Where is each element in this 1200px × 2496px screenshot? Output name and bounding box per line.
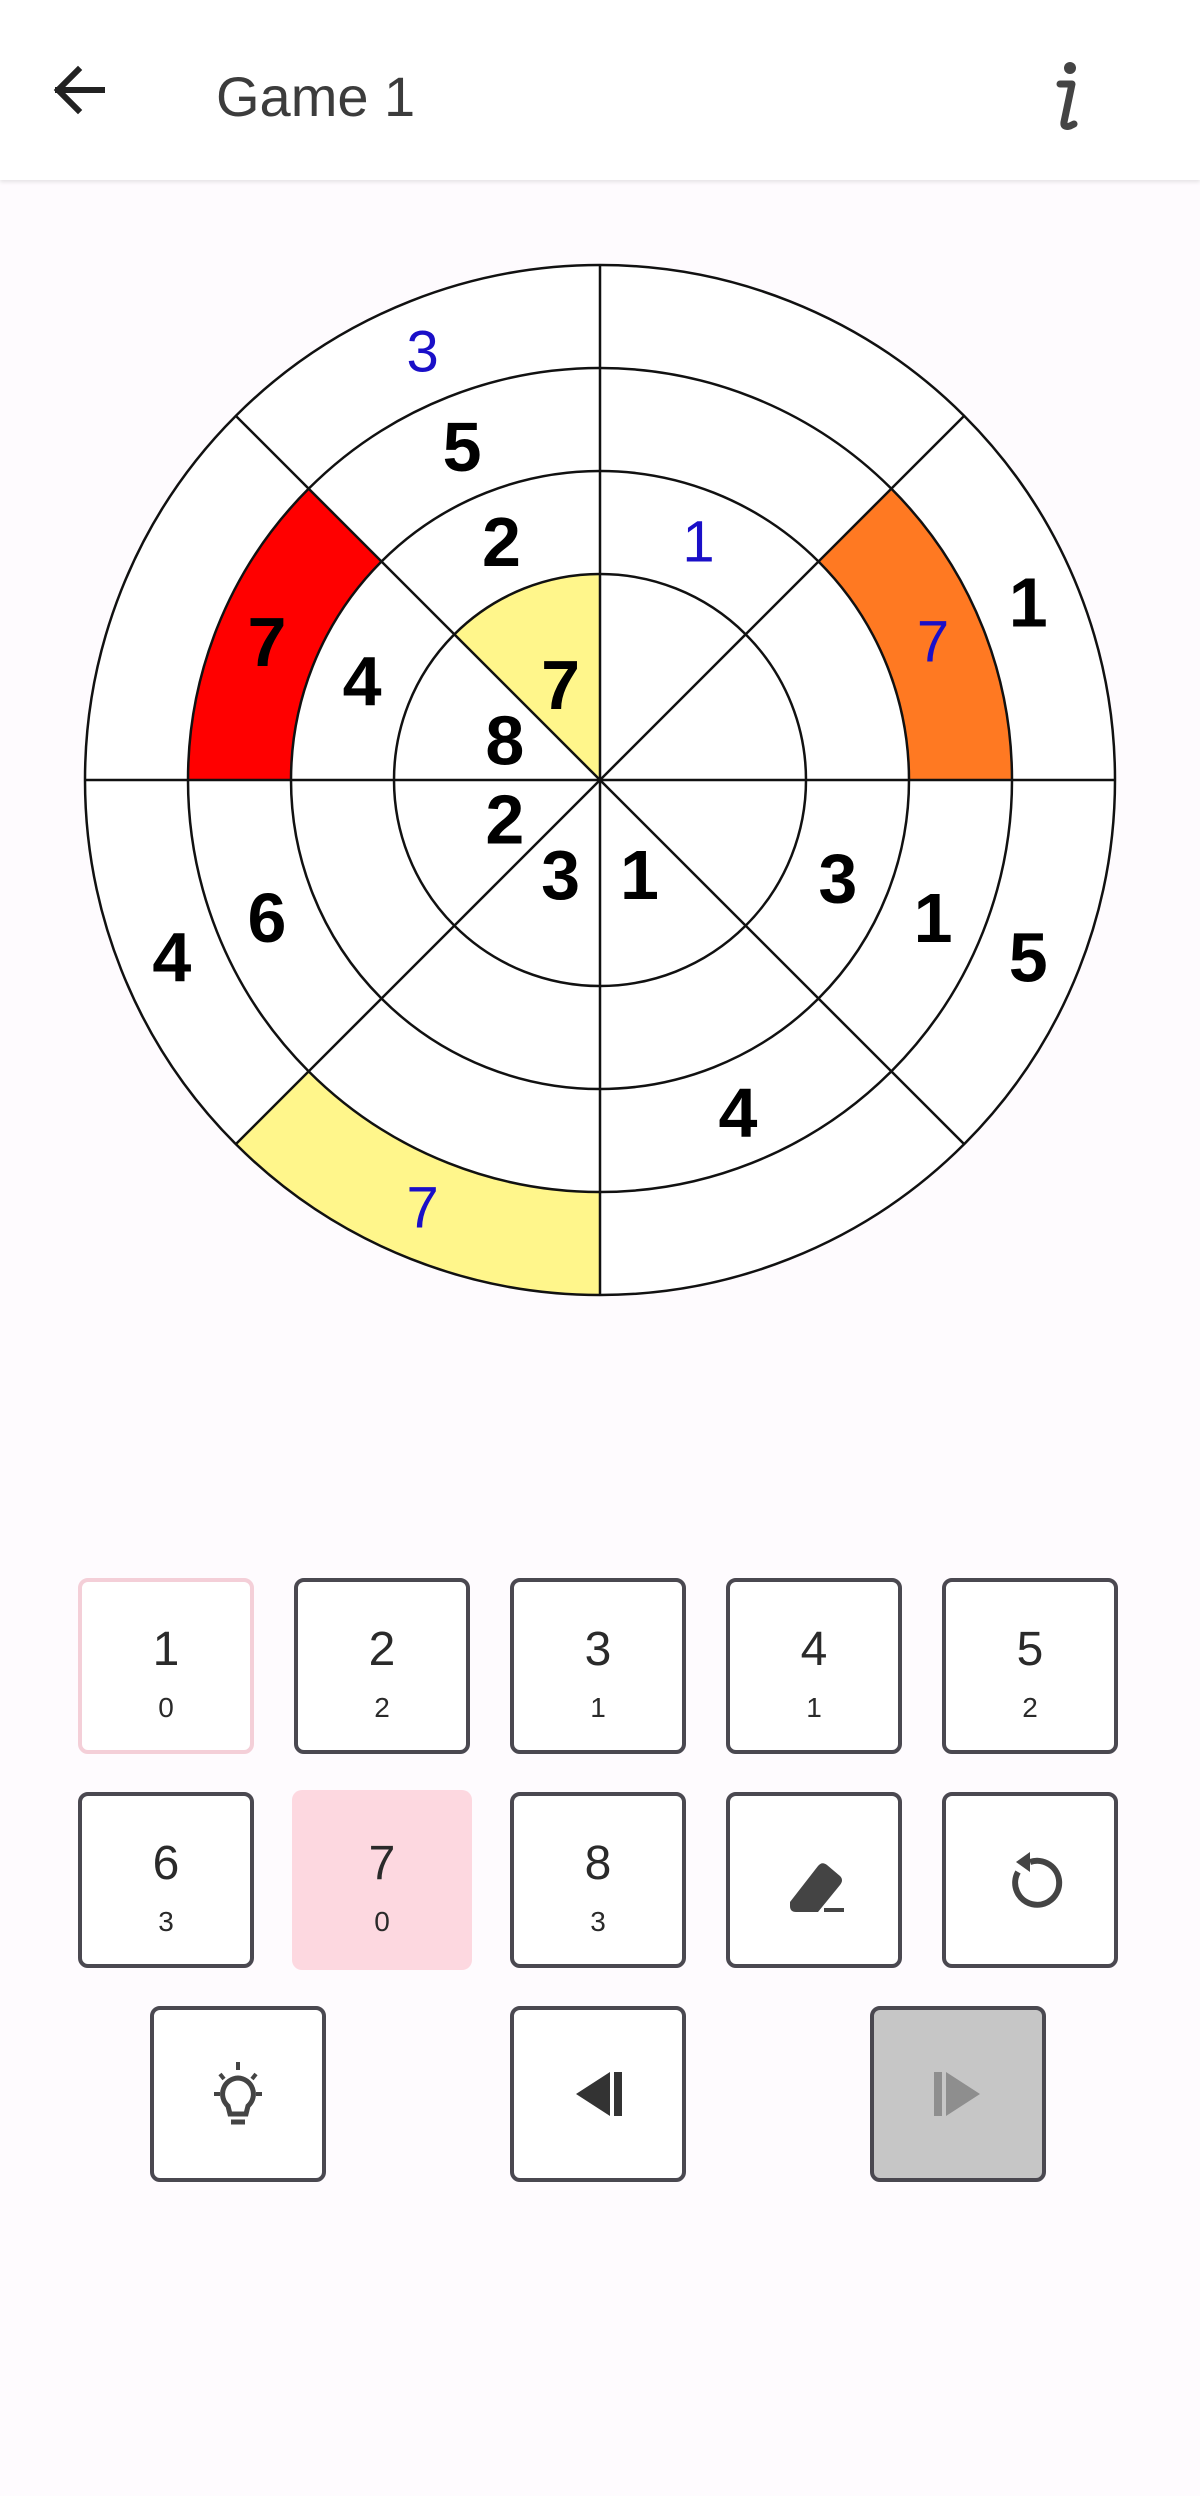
step-back-icon (576, 2072, 622, 2116)
eraser-icon (790, 1863, 844, 1912)
given-digit: 5 (443, 408, 482, 486)
number-key-1[interactable]: 1 0 (78, 1578, 254, 1754)
given-digit: 3 (818, 840, 857, 918)
given-digit: 5 (1009, 918, 1048, 996)
back-button[interactable] (40, 50, 130, 130)
info-button[interactable] (1030, 50, 1100, 140)
page-title: Game 1 (216, 65, 416, 128)
key-label: 4 (800, 1623, 828, 1676)
rotate-ccw-icon (1012, 1852, 1063, 1908)
entered-digit: 7 (406, 1176, 438, 1241)
number-key-3[interactable]: 3 1 (510, 1578, 686, 1754)
key-count: 3 (158, 1906, 174, 1937)
given-digit: 1 (914, 879, 953, 957)
key-label: 5 (1016, 1623, 1044, 1676)
given-digit: 4 (718, 1074, 757, 1152)
entered-digit: 3 (406, 319, 438, 384)
key-label: 6 (152, 1837, 180, 1890)
number-key-2[interactable]: 2 2 (294, 1578, 470, 1754)
entered-digit: 7 (917, 610, 949, 675)
redo-button[interactable] (870, 2006, 1046, 2182)
given-digit: 1 (620, 836, 659, 914)
given-digit: 3 (541, 836, 580, 914)
lightbulb-icon (214, 2062, 262, 2125)
key-count: 2 (374, 1692, 390, 1723)
step-forward-icon (934, 2072, 980, 2116)
key-count: 0 (374, 1906, 390, 1937)
key-count: 3 (590, 1906, 606, 1937)
circular-sudoku-board[interactable]: 35271177482643 1 31547 (0, 180, 1200, 1380)
given-digit: 4 (343, 642, 382, 720)
arrow-left-icon (53, 65, 105, 115)
app-bar: Game 1 (0, 0, 1200, 180)
number-key-5[interactable]: 5 2 (942, 1578, 1118, 1754)
given-digit: 8 (485, 702, 524, 780)
key-count: 2 (1022, 1692, 1038, 1723)
number-key-4[interactable]: 4 1 (726, 1578, 902, 1754)
undo-button[interactable] (510, 2006, 686, 2182)
given-digit: 2 (485, 780, 524, 858)
entered-digit: 1 (682, 510, 714, 575)
given-digit: 7 (541, 646, 580, 724)
given-digit: 4 (152, 918, 191, 996)
key-count: 1 (806, 1692, 822, 1723)
number-key-8[interactable]: 8 3 (510, 1792, 686, 1968)
given-digit: 2 (482, 503, 521, 581)
key-label: 2 (368, 1623, 396, 1676)
number-key-6[interactable]: 6 3 (78, 1792, 254, 1968)
key-count: 0 (158, 1692, 174, 1723)
hint-button[interactable] (150, 2006, 326, 2182)
erase-button[interactable] (726, 1792, 902, 1968)
number-key-7[interactable]: 7 0 (292, 1790, 472, 1970)
given-digit: 1 (1009, 564, 1048, 642)
key-label: 1 (152, 1623, 180, 1676)
reset-button[interactable] (942, 1792, 1118, 1968)
key-label: 7 (368, 1837, 396, 1890)
given-digit: 6 (247, 879, 286, 957)
key-label: 3 (584, 1623, 612, 1676)
info-icon (1056, 62, 1078, 130)
key-label: 8 (584, 1837, 612, 1890)
given-digit: 7 (247, 603, 286, 681)
key-count: 1 (590, 1692, 606, 1723)
